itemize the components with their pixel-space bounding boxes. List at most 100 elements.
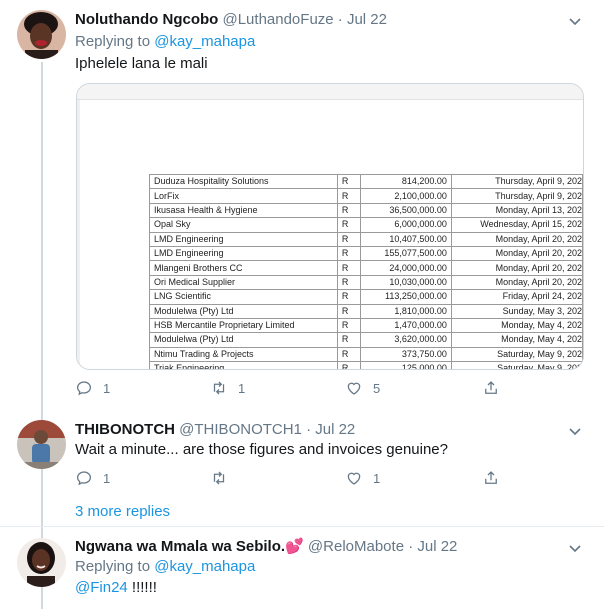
display-name[interactable]: THIBONOTCH (75, 421, 175, 438)
currency-cell: R (336, 289, 362, 305)
share-button[interactable] (482, 378, 500, 398)
company-cell: Mlangeni Brothers CC (149, 260, 338, 276)
date-cell: Monday, April 20, 202 (450, 245, 583, 262)
heart-icon (347, 472, 361, 485)
avatar[interactable] (17, 538, 66, 587)
table-row: Modulelwa (Pty) Ltd R 3,620,000.00 Monday, … (149, 332, 583, 348)
table-row: Triak Engineering R 125,000.00 Saturday, Ma… (149, 361, 583, 369)
currency-cell: R (336, 361, 362, 369)
date-cell: Monday, April 20, 202 (450, 274, 583, 291)
table-row: Modulelwa (Pty) Ltd R 1,810,000.00 Sunday, … (149, 303, 583, 319)
currency-cell: R (336, 274, 362, 291)
table-row: Ikusasa Health & Hygiene R 36,500,000.00 Mo… (149, 202, 583, 219)
like-count: 1 (373, 470, 381, 486)
like-button[interactable]: 1 (345, 468, 380, 488)
company-cell: Triak Engineering (149, 361, 338, 369)
amount-cell: 2,100,000.00 (360, 188, 452, 204)
amount-cell: 1,810,000.00 (360, 303, 452, 319)
tweet-text: Iphelele lana le mali (75, 55, 208, 72)
company-cell: Duduza Hospitality Solutions (149, 173, 338, 190)
share-button[interactable] (482, 468, 500, 488)
currency-cell: R (336, 202, 362, 219)
mention-link[interactable]: @Fin24 (75, 579, 128, 596)
tweet-image[interactable]: Duduza Hospitality Solutions R 814,200.00 T… (76, 83, 584, 370)
company-cell: LorFix (149, 188, 338, 204)
more-replies-link[interactable]: 3 more replies (75, 503, 170, 520)
currency-cell: R (336, 317, 362, 334)
table-row: Ntimu Trading & Projects R 373,750.00 Satur… (149, 346, 583, 363)
currency-cell: R (336, 231, 362, 247)
amount-cell: 10,030,000.00 (360, 274, 452, 291)
company-cell: Ikusasa Health & Hygiene (149, 202, 338, 219)
emoji: 💕 (285, 538, 304, 555)
separator-dot: · (408, 538, 414, 555)
replying-to-link[interactable]: @kay_mahapa (154, 33, 255, 50)
reply-icon (76, 471, 92, 486)
tweet-1[interactable]: Noluthando Ngcobo @LuthandoFuze · Jul 22… (0, 0, 604, 609)
tweet-2[interactable]: THIBONOTCH @THIBONOTCH1 · Jul 22 Wait a … (0, 410, 604, 500)
tweet-header: THIBONOTCH @THIBONOTCH1 · Jul 22 (75, 420, 355, 440)
avatar-photo-icon (17, 10, 66, 59)
company-cell: Ntimu Trading & Projects (149, 346, 338, 363)
share-icon (485, 381, 497, 394)
display-name[interactable]: Noluthando Ngcobo (75, 11, 218, 28)
user-handle[interactable]: @ReloMabote (308, 538, 404, 555)
reply-count: 1 (103, 380, 111, 396)
replying-prefix: Replying to (75, 33, 151, 50)
currency-cell: R (336, 245, 362, 262)
avatar-photo-icon (17, 538, 66, 587)
amount-cell: 373,750.00 (360, 346, 452, 363)
chevron-down-icon[interactable] (568, 424, 582, 438)
tweet-date[interactable]: Jul 22 (315, 421, 355, 438)
date-cell: Monday, April 13, 202 (450, 202, 583, 219)
retweet-count: 1 (238, 380, 246, 396)
like-button[interactable]: 5 (345, 378, 380, 398)
tweet-text-rest: !!!!!! (127, 579, 157, 596)
chevron-down-icon[interactable] (568, 14, 582, 28)
user-handle[interactable]: @LuthandoFuze (222, 11, 333, 28)
currency-cell: R (336, 217, 362, 233)
table-row: Opal Sky R 6,000,000.00 Wednesday, April 15… (149, 217, 583, 233)
currency-cell: R (336, 303, 362, 319)
currency-cell: R (336, 260, 362, 276)
currency-cell: R (336, 173, 362, 190)
amount-cell: 814,200.00 (360, 173, 452, 190)
table-row: Mlangeni Brothers CC R 24,000,000.00 Monday… (149, 260, 583, 276)
separator-dot: · (306, 421, 312, 438)
retweet-button[interactable]: 1 (210, 378, 245, 398)
separator-dot: · (337, 11, 343, 28)
replying-to-link[interactable]: @kay_mahapa (154, 558, 255, 575)
chevron-down-icon[interactable] (568, 541, 582, 555)
table-row: LNG Scientific R 113,250,000.00 Friday, Apr… (149, 289, 583, 305)
tweet-text: @Fin24 !!!!!! (75, 578, 157, 598)
reply-button[interactable]: 1 (75, 468, 110, 488)
replying-to: Replying to @kay_mahapa (75, 32, 255, 52)
date-cell: Thursday, April 9, 202 (450, 173, 583, 190)
heart-icon (347, 382, 361, 395)
spreadsheet: Duduza Hospitality Solutions R 814,200.00 T… (149, 173, 583, 369)
company-cell: HSB Mercantile Proprietary Limited (149, 317, 338, 334)
display-name[interactable]: Ngwana wa Mmala wa Sebilo. (75, 538, 285, 555)
date-cell: Sunday, May 3, 202 (450, 303, 583, 319)
company-cell: Ori Medical Supplier (149, 274, 338, 291)
image-toolbar-strip (77, 84, 583, 100)
user-handle[interactable]: @THIBONOTCH1 (179, 421, 302, 438)
tweet-date[interactable]: Jul 22 (417, 538, 457, 555)
date-cell: Saturday, May 9, 202 (450, 346, 583, 363)
table-row: LMD Engineering R 155,077,500.00 Monday, Ap… (149, 245, 583, 262)
reply-button[interactable]: 1 (75, 378, 110, 398)
table-row: Duduza Hospitality Solutions R 814,200.00 T… (149, 173, 583, 190)
table-row: LMD Engineering R 10,407,500.00 Monday, Apr… (149, 231, 583, 247)
retweet-button[interactable] (210, 468, 238, 488)
share-icon (485, 471, 497, 484)
avatar[interactable] (17, 10, 66, 59)
amount-cell: 36,500,000.00 (360, 202, 452, 219)
tweet-date[interactable]: Jul 22 (347, 11, 387, 28)
tweet-header: Ngwana wa Mmala wa Sebilo.💕 @ReloMabote … (75, 537, 457, 557)
tweet-3[interactable]: Ngwana wa Mmala wa Sebilo.💕 @ReloMabote … (0, 527, 604, 609)
currency-cell: R (336, 188, 362, 204)
avatar[interactable] (17, 420, 66, 469)
amount-cell: 1,470,000.00 (360, 317, 452, 334)
date-cell: Monday, May 4, 202 (450, 317, 583, 334)
tweet-text: Wait a minute... are those figures and i… (75, 441, 448, 458)
